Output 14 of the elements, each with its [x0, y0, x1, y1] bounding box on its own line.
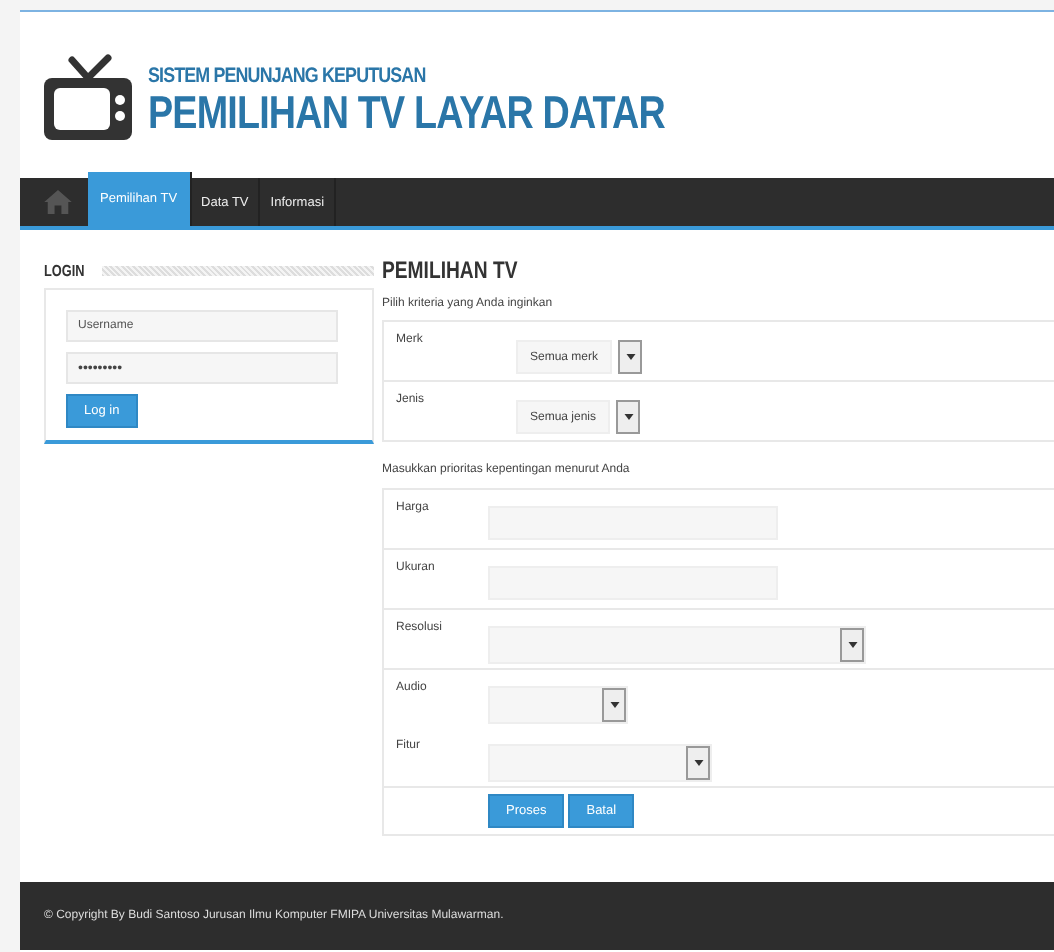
caret-icon — [609, 702, 619, 708]
site-subtitle: SISTEM PENUNJANG KEPUTUSAN — [148, 63, 428, 87]
site-title: PEMILIHAN TV LAYAR DATAR — [148, 87, 665, 135]
home-icon[interactable] — [44, 190, 72, 214]
priority-dropdown[interactable] — [488, 626, 866, 664]
priority-dropdown[interactable] — [488, 744, 712, 782]
tv-icon — [42, 51, 134, 143]
caret-icon — [625, 354, 636, 360]
priority-dropdown[interactable] — [488, 686, 628, 724]
login-heading: LOGIN — [44, 262, 85, 280]
caret-icon — [623, 414, 634, 420]
caret-icon — [847, 642, 857, 648]
caret-icon — [693, 760, 703, 766]
page-heading: PEMILIHAN TV — [382, 256, 520, 284]
